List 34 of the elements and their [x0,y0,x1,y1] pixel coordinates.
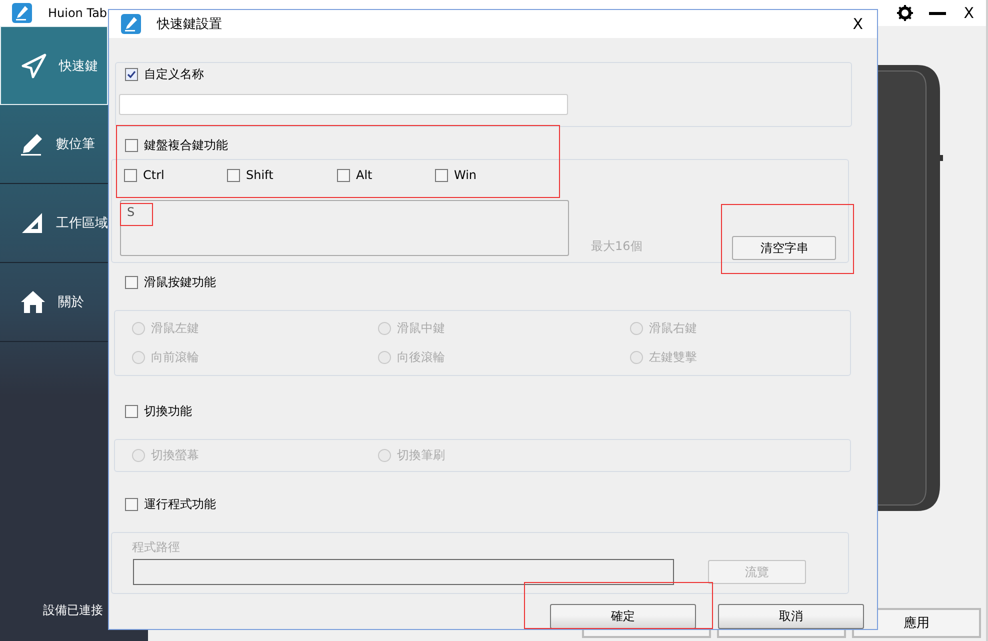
keyboard-checkbox-label[interactable]: 鍵盤複合鍵功能 [125,137,877,153]
clear-button[interactable]: 清空字串 [732,236,836,260]
ok-button[interactable]: 確定 [550,604,696,629]
modifier-checkbox-label[interactable]: Shift [227,167,337,183]
checkbox[interactable] [227,168,240,182]
window-title: Huion Tab [48,6,108,20]
keys-field[interactable]: S [120,200,569,256]
minimize-icon[interactable] [928,12,946,14]
name-input-field[interactable] [119,94,568,115]
checkbox[interactable] [125,68,138,80]
highlight-frame-overlay [120,203,153,226]
pen-icon [20,132,44,156]
modifier-checkbox-label[interactable]: Alt [337,167,435,183]
dialog-title: 快速鍵設置 [157,16,223,33]
settings-icon[interactable] [896,5,913,21]
cancel-button[interactable]: 取消 [718,604,864,629]
home-icon [20,290,46,314]
checkbox[interactable] [125,138,138,152]
modifier-checkbox-label[interactable]: Win [435,167,495,183]
send-icon [21,52,47,78]
name-checkbox-label[interactable]: 自定义名称 [125,66,851,82]
close-button[interactable]: X [962,4,976,22]
checkbox[interactable] [337,168,350,182]
connection-status: 設備已連接 [43,602,104,619]
close-button[interactable]: X [850,15,865,33]
sidebar-item[interactable]: 快速鍵 [0,26,108,105]
path-label: 程式路徑 [132,539,181,556]
modifier-checkbox-label[interactable]: Ctrl [124,167,227,183]
app-logo-icon [12,3,32,23]
checkbox[interactable] [435,168,448,182]
checkbox[interactable] [124,168,137,182]
triangle-ruler-icon [20,211,44,235]
app-logo-icon [121,14,141,34]
limit-note: 最大16個 [591,238,642,255]
